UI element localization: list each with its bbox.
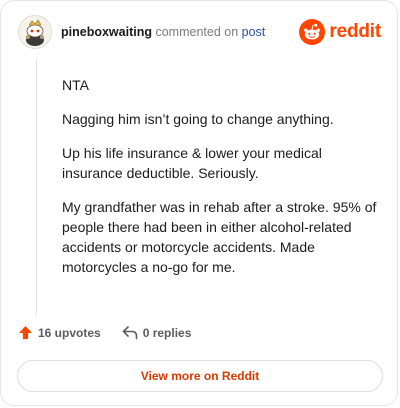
comment-byline: pineboxwaiting commented on post — [61, 24, 265, 40]
comment-paragraph: Up his life insurance & lower your medic… — [62, 145, 322, 181]
byline-verb: commented on — [155, 25, 239, 39]
comment-body: NTA Nagging him isn’t going to change an… — [62, 75, 384, 291]
username-link[interactable]: pineboxwaiting — [61, 25, 152, 39]
replies-stat[interactable]: 0 replies — [122, 325, 192, 340]
reddit-logo[interactable]: reddit — [299, 19, 381, 45]
comment-paragraph: My grandfather was in rehab after a stro… — [62, 199, 377, 275]
comment-paragraph: NTA — [62, 77, 89, 93]
reddit-snoo-icon — [299, 19, 326, 45]
replies-count: 0 replies — [142, 325, 192, 340]
user-avatar[interactable] — [18, 15, 52, 49]
thread-line — [36, 59, 37, 315]
comment-paragraph: Nagging him isn’t going to change anythi… — [62, 111, 334, 127]
reply-arrow-icon — [122, 326, 138, 340]
upvotes-count: 16 upvotes — [38, 325, 101, 340]
upvotes-stat[interactable]: 16 upvotes — [18, 325, 101, 340]
reddit-wordmark: reddit — [329, 21, 381, 42]
post-link[interactable]: post — [242, 25, 266, 39]
comment-embed-card: pineboxwaiting commented on post reddit … — [0, 0, 398, 406]
view-more-on-reddit-button[interactable]: View more on Reddit — [17, 360, 383, 392]
snoo-avatar-icon — [20, 17, 50, 47]
upvote-arrow-icon — [18, 325, 33, 340]
comment-header: pineboxwaiting commented on post reddit — [18, 15, 381, 49]
comment-footer: 16 upvotes 0 replies — [18, 325, 191, 340]
